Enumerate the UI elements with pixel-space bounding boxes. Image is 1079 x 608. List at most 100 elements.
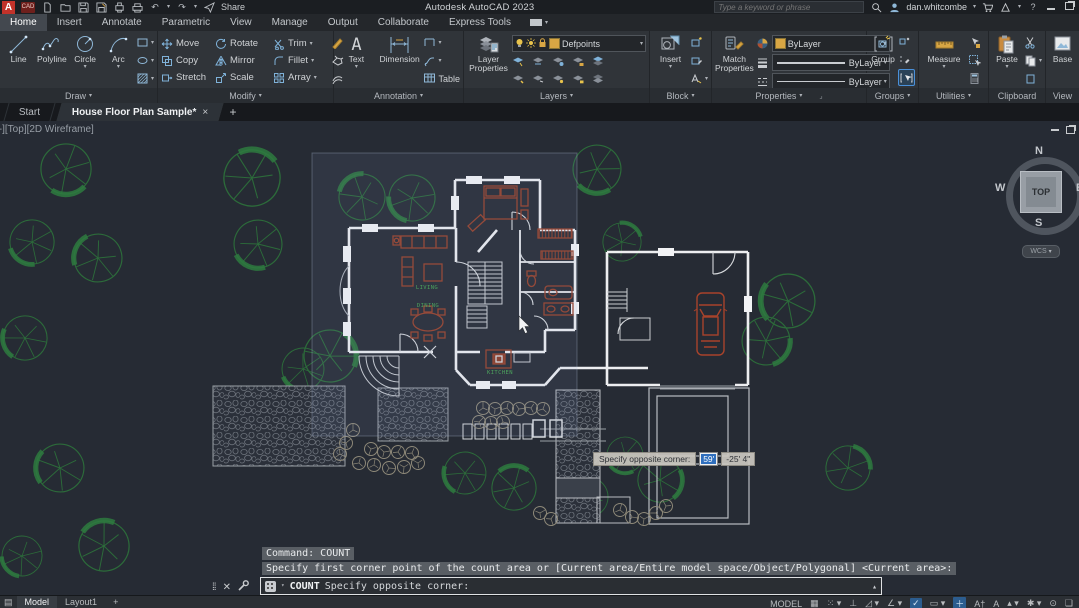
layer-merge-icon[interactable] bbox=[592, 71, 605, 86]
table-icon[interactable]: Table bbox=[423, 71, 460, 86]
command-customize-icon[interactable] bbox=[238, 580, 249, 594]
ribbon-tab-annotate[interactable]: Annotate bbox=[92, 14, 152, 31]
layer-unisolate-icon[interactable] bbox=[532, 54, 545, 69]
caret-down-icon[interactable]: ▾ bbox=[669, 64, 672, 70]
layer-isolate-icon[interactable] bbox=[512, 54, 525, 69]
group-selection-toggle[interactable] bbox=[898, 69, 915, 86]
copy-clip-icon[interactable]: ▾ bbox=[1024, 53, 1042, 68]
new-file-icon[interactable] bbox=[41, 2, 53, 13]
open-file-icon[interactable] bbox=[59, 2, 71, 13]
plot-icon[interactable] bbox=[113, 2, 125, 13]
caret-down-icon[interactable]: ▾ bbox=[281, 583, 285, 589]
caret-down-icon[interactable]: ▾ bbox=[194, 4, 197, 10]
save-as-icon[interactable] bbox=[95, 2, 107, 13]
arc-button[interactable]: Arc▾ bbox=[103, 33, 134, 88]
block-attributes-icon[interactable]: ▾ bbox=[690, 71, 708, 86]
layer-freeze-sun-icon[interactable] bbox=[526, 38, 536, 50]
command-history-toggle-icon[interactable]: ▴ bbox=[872, 582, 877, 591]
autocad-logo-icon[interactable]: A bbox=[2, 1, 15, 14]
layers-panel-label[interactable]: Layers▾ bbox=[464, 88, 650, 103]
block-panel-label[interactable]: Block▾ bbox=[650, 88, 712, 103]
command-input-bar[interactable]: ▾ COUNT Specify opposite corner: ▴ bbox=[260, 577, 882, 595]
ellipse-tool-icon[interactable]: ▾ bbox=[136, 53, 154, 68]
multileader-style-icon[interactable]: ▾ bbox=[423, 35, 460, 50]
save-icon[interactable] bbox=[77, 2, 89, 13]
layer-properties-button[interactable]: Layer Properties bbox=[467, 33, 510, 88]
layer-match-icon[interactable] bbox=[592, 54, 605, 69]
caret-down-icon[interactable]: ▾ bbox=[973, 4, 976, 10]
file-tab-document[interactable]: House Floor Plan Sample*× bbox=[57, 103, 224, 121]
car-symbol[interactable] bbox=[694, 293, 727, 355]
properties-panel-label[interactable]: Properties▾⌟ bbox=[712, 88, 867, 103]
app-store-cart-icon[interactable] bbox=[982, 2, 994, 13]
group-edit-icon[interactable] bbox=[898, 52, 915, 67]
dynamic-input-toggle-icon[interactable]: ＋ bbox=[953, 597, 966, 608]
viewcube[interactable]: N W S E TOP WCS▾ bbox=[998, 149, 1078, 259]
viewcube-top-face[interactable]: TOP bbox=[1020, 171, 1062, 213]
share-label[interactable]: Share bbox=[221, 2, 245, 12]
scale-button[interactable]: Scale bbox=[215, 69, 273, 86]
viewcube-west[interactable]: W bbox=[995, 182, 1005, 194]
dimension-button[interactable]: Dimension bbox=[378, 33, 422, 88]
rectangle-tool-icon[interactable]: ▾ bbox=[136, 35, 154, 50]
caret-down-icon[interactable]: ▾ bbox=[314, 75, 317, 81]
polyline-button[interactable]: Polyline bbox=[36, 33, 67, 88]
layer-dropdown-value[interactable]: Defpoints bbox=[562, 39, 638, 49]
ribbon-tab-express-tools[interactable]: Express Tools bbox=[439, 14, 521, 31]
layer-dropdown[interactable]: Defpoints ▾ bbox=[512, 35, 646, 52]
wcs-button[interactable]: WCS▾ bbox=[1022, 245, 1060, 258]
layout1-tab[interactable]: Layout1 bbox=[57, 596, 105, 608]
copy-button[interactable]: Copy bbox=[161, 52, 215, 69]
autodesk-apps-icon[interactable] bbox=[1000, 2, 1012, 13]
quick-calculator-icon[interactable] bbox=[968, 71, 981, 86]
layer-lock-icon[interactable] bbox=[538, 38, 547, 50]
dynamic-input-x-field[interactable]: 59' bbox=[699, 452, 718, 466]
paste-button[interactable]: Paste▾ bbox=[992, 33, 1022, 88]
caret-down-icon[interactable]: ▾ bbox=[1018, 4, 1021, 10]
recent-commands-icon[interactable] bbox=[265, 581, 276, 592]
ribbon-tab-output[interactable]: Output bbox=[318, 14, 368, 31]
move-button[interactable]: Move bbox=[161, 35, 215, 52]
count-selection-window[interactable] bbox=[312, 153, 577, 436]
group-button[interactable]: Group bbox=[870, 33, 896, 88]
print-icon[interactable] bbox=[131, 2, 143, 13]
redo-icon[interactable]: ↷ bbox=[176, 2, 188, 13]
floor-plan-drawing[interactable]: LIVING DINING KITCHEN bbox=[0, 121, 1079, 595]
layout-menu-icon[interactable]: ▤ bbox=[0, 596, 17, 608]
edit-block-icon[interactable] bbox=[690, 53, 708, 68]
drawing-area[interactable]: [-][Top][2D Wireframe] bbox=[0, 121, 1079, 595]
viewport-controls-label[interactable]: [-][Top][2D Wireframe] bbox=[0, 124, 94, 135]
leader-icon[interactable]: ▾ bbox=[423, 53, 460, 68]
viewport-restore-icon[interactable] bbox=[1066, 126, 1075, 134]
window-restore-button[interactable] bbox=[1063, 2, 1075, 12]
draw-panel-label[interactable]: Draw▾ bbox=[0, 88, 158, 103]
dynamic-input-y-field[interactable]: -25' 4" bbox=[721, 452, 755, 466]
ribbon-display-options-button[interactable]: ▾ bbox=[521, 14, 556, 31]
caret-down-icon[interactable]: ▾ bbox=[942, 64, 945, 70]
ribbon-tab-insert[interactable]: Insert bbox=[47, 14, 92, 31]
command-drag-handle[interactable]: ⁞⁞ bbox=[212, 582, 216, 593]
layer-make-current-icon[interactable] bbox=[512, 71, 525, 86]
search-icon[interactable] bbox=[870, 2, 882, 13]
rotate-button[interactable]: Rotate bbox=[215, 35, 273, 52]
layer-on-bulb-icon[interactable] bbox=[515, 38, 524, 50]
clipboard-panel-label[interactable]: Clipboard bbox=[989, 88, 1046, 103]
cut-icon[interactable] bbox=[1024, 35, 1042, 50]
layer-walk-icon[interactable] bbox=[532, 71, 545, 86]
file-tab-start[interactable]: Start bbox=[3, 103, 55, 121]
help-icon[interactable]: ? bbox=[1027, 2, 1039, 13]
ribbon-tab-manage[interactable]: Manage bbox=[262, 14, 318, 31]
ungroup-icon[interactable] bbox=[898, 35, 915, 50]
line-button[interactable]: Line bbox=[3, 33, 34, 88]
viewcube-south[interactable]: S bbox=[1035, 217, 1042, 229]
fillet-button[interactable]: Fillet▾ bbox=[273, 52, 329, 69]
add-layout-button[interactable]: + bbox=[105, 596, 126, 608]
caret-down-icon[interactable]: ▾ bbox=[355, 64, 358, 70]
window-minimize-button[interactable] bbox=[1045, 2, 1057, 12]
mirror-button[interactable]: Mirror bbox=[215, 52, 273, 69]
ribbon-tab-collaborate[interactable]: Collaborate bbox=[368, 14, 439, 31]
layer-unlock-icon[interactable] bbox=[572, 71, 585, 86]
model-tab[interactable]: Model bbox=[17, 596, 58, 608]
search-input[interactable] bbox=[714, 1, 864, 13]
text-button[interactable]: AText▾ bbox=[337, 33, 376, 88]
